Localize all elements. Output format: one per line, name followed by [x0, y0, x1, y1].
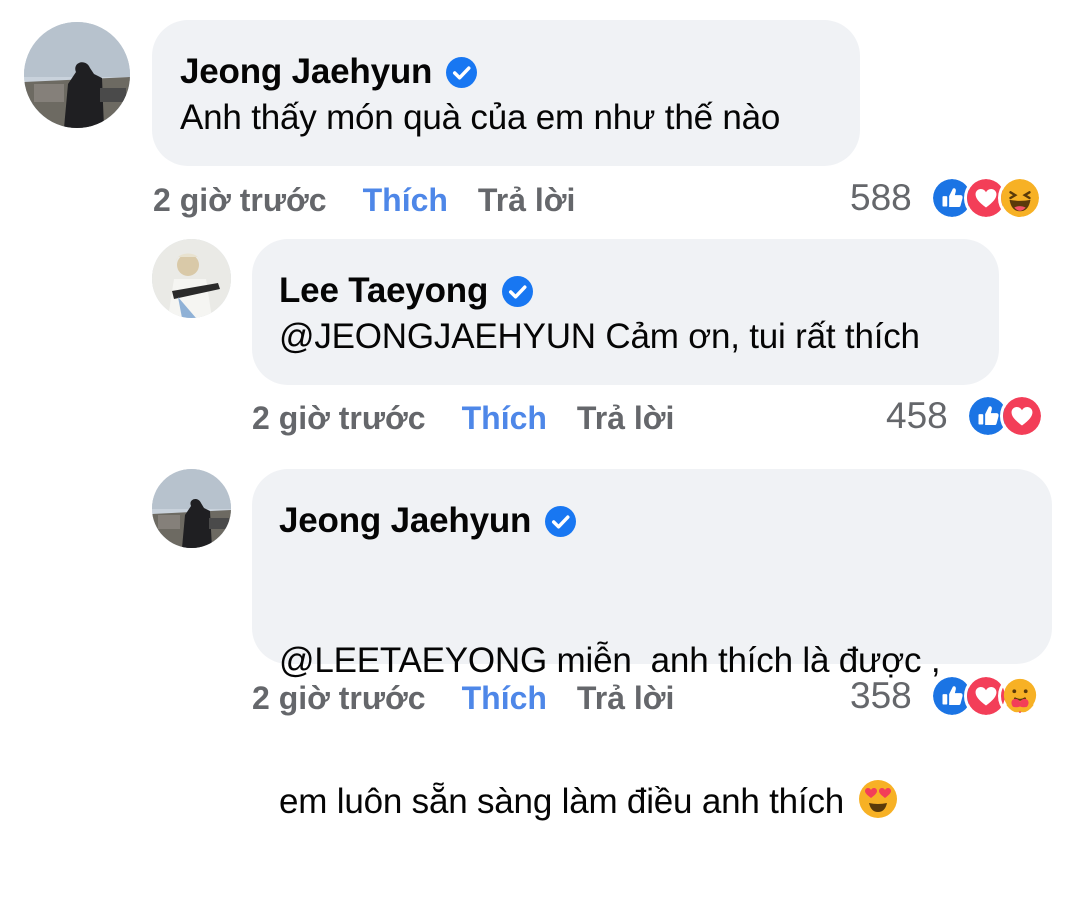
- avatar-photo: [152, 469, 231, 548]
- avatar-photo: [152, 239, 231, 318]
- reply-button[interactable]: Trả lời: [577, 400, 674, 437]
- comment-actions: 2 giờ trước Thích Trả lời: [252, 680, 674, 717]
- comment-bubble: Jeong Jaehyun Anh thấy món quà của em nh…: [152, 20, 860, 166]
- verified-badge-icon: [446, 57, 477, 88]
- author-name[interactable]: Lee Taeyong: [279, 271, 488, 311]
- verified-badge-icon: [545, 506, 576, 537]
- timestamp[interactable]: 2 giờ trước: [153, 182, 327, 219]
- avatar[interactable]: [152, 239, 231, 318]
- comment-bubble: Lee Taeyong @JEONGJAEHYUN Cảm ơn, tui rấ…: [252, 239, 999, 385]
- heart-eyes-emoji-icon: [858, 779, 898, 819]
- timestamp[interactable]: 2 giờ trước: [252, 680, 426, 717]
- reactions-summary[interactable]: 358: [850, 674, 1042, 718]
- avatar-photo: [24, 22, 130, 128]
- avatar[interactable]: [152, 469, 231, 548]
- reaction-count: 588: [850, 177, 912, 218]
- reactions-summary[interactable]: 588: [850, 176, 1042, 220]
- author-name[interactable]: Jeong Jaehyun: [279, 501, 531, 541]
- reply-button[interactable]: Trả lời: [577, 680, 674, 717]
- comment-bubble: Jeong Jaehyun @LEETAEYONG miễn anh thích…: [252, 469, 1052, 821]
- comment-text: Anh thấy món quà của em như thế nào: [180, 98, 781, 137]
- like-button[interactable]: Thích: [363, 182, 448, 219]
- reaction-count: 358: [850, 675, 912, 716]
- comment-text: @JEONGJAEHYUN Cảm ơn, tui rất thích: [279, 317, 920, 356]
- love-icon: [999, 394, 1044, 438]
- reply-button[interactable]: Trả lời: [478, 182, 575, 219]
- author-name[interactable]: Jeong Jaehyun: [180, 52, 432, 92]
- like-button[interactable]: Thích: [462, 400, 547, 437]
- comment-text: @LEETAEYONG miễn anh thích là được , em …: [279, 543, 1052, 919]
- comment-actions: 2 giờ trước Thích Trả lời: [153, 182, 575, 219]
- comment-text-line: em luôn sẵn sàng làm điều anh thích: [279, 782, 845, 821]
- verified-badge-icon: [502, 276, 533, 307]
- reactions-summary[interactable]: 458: [886, 394, 1044, 438]
- care-icon: [997, 674, 1042, 718]
- reaction-count: 458: [886, 395, 948, 436]
- comment-actions: 2 giờ trước Thích Trả lời: [252, 400, 674, 437]
- timestamp[interactable]: 2 giờ trước: [252, 400, 426, 437]
- like-button[interactable]: Thích: [462, 680, 547, 717]
- avatar[interactable]: [24, 22, 130, 128]
- haha-icon: [997, 176, 1042, 220]
- comment-text-line-2: em luôn sẵn sàng làm điều anh thích: [279, 778, 1052, 825]
